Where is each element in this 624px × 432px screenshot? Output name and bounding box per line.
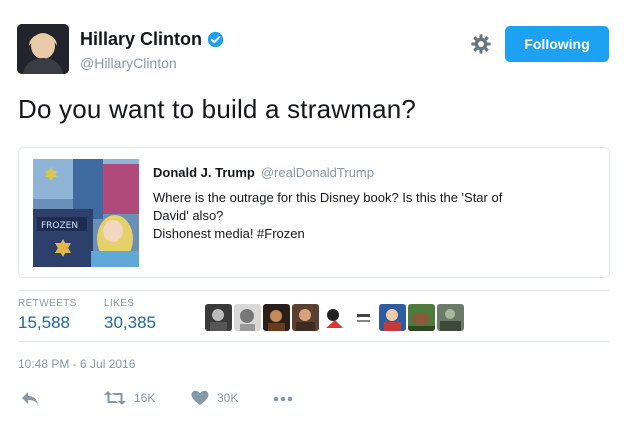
user-handle[interactable]: @HillaryClinton — [80, 55, 177, 71]
liker-avatar[interactable] — [408, 304, 435, 331]
liker-avatar[interactable] — [437, 304, 464, 331]
quoted-text-line: Dishonest media! #Frozen — [153, 226, 305, 241]
tweet-timestamp[interactable]: 10:48 PM - 6 Jul 2016 — [18, 357, 135, 371]
avatar[interactable] — [17, 24, 69, 74]
quoted-author-name[interactable]: Donald J. Trump — [153, 165, 255, 180]
reply-icon — [22, 392, 38, 405]
more-dots-icon — [273, 396, 293, 402]
retweets-label: RETWEETS — [18, 298, 77, 309]
liker-avatar[interactable] — [263, 304, 290, 331]
more-button[interactable] — [273, 396, 293, 402]
liker-avatar[interactable] — [350, 304, 377, 331]
gear-icon[interactable] — [470, 33, 492, 55]
like-button[interactable]: 30K — [191, 390, 238, 406]
retweets-count[interactable]: 15,588 — [18, 313, 77, 333]
liker-avatar[interactable] — [379, 304, 406, 331]
like-count: 30K — [217, 391, 239, 405]
display-name[interactable]: Hillary Clinton — [80, 29, 202, 50]
following-button[interactable]: Following — [505, 26, 609, 62]
quoted-text-line: David' also? — [153, 208, 224, 223]
divider — [18, 290, 610, 291]
tweet-actions: 16K 30K — [0, 390, 624, 410]
verified-badge-icon — [207, 31, 224, 48]
liker-avatar[interactable] — [205, 304, 232, 331]
divider — [18, 341, 610, 342]
retweet-count: 16K — [134, 391, 156, 405]
reply-button[interactable] — [20, 390, 40, 406]
liker-avatars — [205, 304, 464, 331]
quoted-tweet-image[interactable]: FROZEN — [33, 159, 139, 267]
liker-avatar[interactable] — [321, 304, 348, 331]
quoted-author-handle[interactable]: @realDonaldTrump — [261, 165, 374, 180]
heart-icon — [191, 390, 209, 405]
quoted-tweet[interactable]: FROZEN Donald J. Trump @realDonaldTrump … — [18, 147, 610, 278]
retweet-button[interactable]: 16K — [104, 390, 155, 406]
liker-avatar[interactable] — [234, 304, 261, 331]
svg-text:FROZEN: FROZEN — [41, 221, 78, 231]
quoted-tweet-text: Where is the outrage for this Disney boo… — [153, 189, 593, 243]
likes-count[interactable]: 30,385 — [104, 313, 156, 333]
tweet-text: Do you want to build a strawman? — [18, 94, 417, 124]
likes-label: LIKES — [104, 298, 135, 309]
quoted-text-line: Where is the outrage for this Disney boo… — [153, 190, 503, 205]
likes-stat[interactable]: LIKES 30,385 — [104, 298, 156, 333]
liker-avatar[interactable] — [292, 304, 319, 331]
retweet-icon — [104, 391, 126, 405]
retweets-stat[interactable]: RETWEETS 15,588 — [18, 298, 77, 333]
